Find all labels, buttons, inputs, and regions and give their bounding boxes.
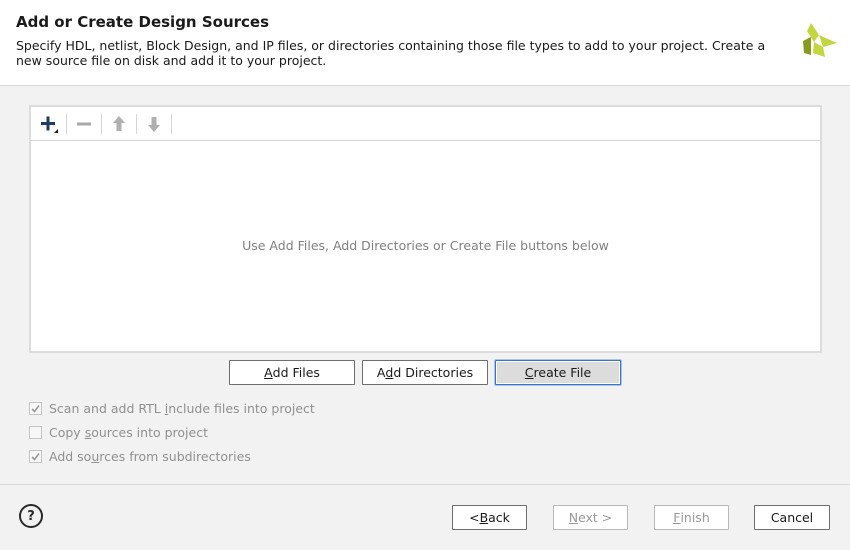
checkmark-icon	[31, 452, 40, 461]
empty-list-message: Use Add Files, Add Directories or Create…	[242, 238, 609, 253]
add-directories-button[interactable]: Add Directories	[362, 360, 488, 385]
add-files-button[interactable]: Add Files	[229, 360, 355, 385]
finish-label: inish	[680, 510, 710, 525]
copy-sources-label: Copy sources into project	[49, 424, 208, 440]
add-icon	[41, 116, 58, 133]
help-icon: ?	[27, 508, 35, 524]
create-file-mnemonic: C	[524, 365, 534, 380]
remove-icon	[77, 122, 91, 126]
finish-mnemonic: F	[673, 510, 681, 525]
move-up-icon	[113, 116, 125, 131]
sources-toolbar	[31, 107, 820, 141]
next-mnemonic: N	[568, 510, 579, 525]
move-up-button[interactable]	[106, 112, 132, 136]
remove-button[interactable]	[71, 112, 97, 136]
toolbar-separator	[66, 114, 67, 134]
cancel-button[interactable]: Cancel	[754, 505, 830, 530]
create-file-label: reate File	[533, 365, 592, 380]
scan-rtl-include-label: Scan and add RTL include files into proj…	[49, 400, 315, 416]
page-description: Specify HDL, netlist, Block Design, and …	[16, 38, 766, 68]
add-directories-label: d Directories	[393, 365, 474, 380]
move-down-button[interactable]	[141, 112, 167, 136]
create-file-button[interactable]: Create File	[495, 360, 621, 385]
toolbar-separator	[171, 114, 172, 134]
add-directories-mnemonic: d	[385, 365, 394, 380]
add-directories-label-start: A	[376, 365, 386, 380]
toolbar-separator	[101, 114, 102, 134]
back-mnemonic: B	[479, 510, 489, 525]
add-subdirectories-option[interactable]: Add sources from subdirectories	[29, 448, 251, 464]
scan-rtl-include-option[interactable]: Scan and add RTL include files into proj…	[29, 400, 315, 416]
checkmark-icon	[31, 404, 40, 413]
toolbar-separator	[136, 114, 137, 134]
add-files-label: dd Files	[272, 365, 320, 380]
finish-button[interactable]: Finish	[654, 505, 729, 530]
copy-sources-checkbox[interactable]	[29, 425, 42, 439]
add-subdirectories-label: Add sources from subdirectories	[49, 448, 251, 464]
back-button[interactable]: < Back	[452, 505, 527, 530]
xilinx-logo-icon	[803, 23, 837, 57]
next-label: ext >	[578, 510, 613, 525]
move-down-icon	[148, 117, 160, 132]
page-title: Add or Create Design Sources	[16, 13, 270, 31]
add-files-mnemonic: A	[264, 365, 273, 380]
add-button[interactable]	[36, 112, 62, 136]
add-subdirectories-checkbox[interactable]	[29, 449, 42, 463]
help-button[interactable]: ?	[19, 504, 43, 528]
back-label: ack	[488, 510, 510, 525]
copy-sources-option[interactable]: Copy sources into project	[29, 424, 208, 440]
next-button[interactable]: Next >	[553, 505, 628, 530]
sources-panel: Use Add Files, Add Directories or Create…	[29, 105, 822, 353]
wizard-header: Add or Create Design Sources Specify HDL…	[0, 0, 850, 86]
footer-divider	[0, 484, 850, 485]
back-label-start: <	[469, 510, 480, 525]
scan-rtl-include-checkbox[interactable]	[29, 401, 42, 415]
